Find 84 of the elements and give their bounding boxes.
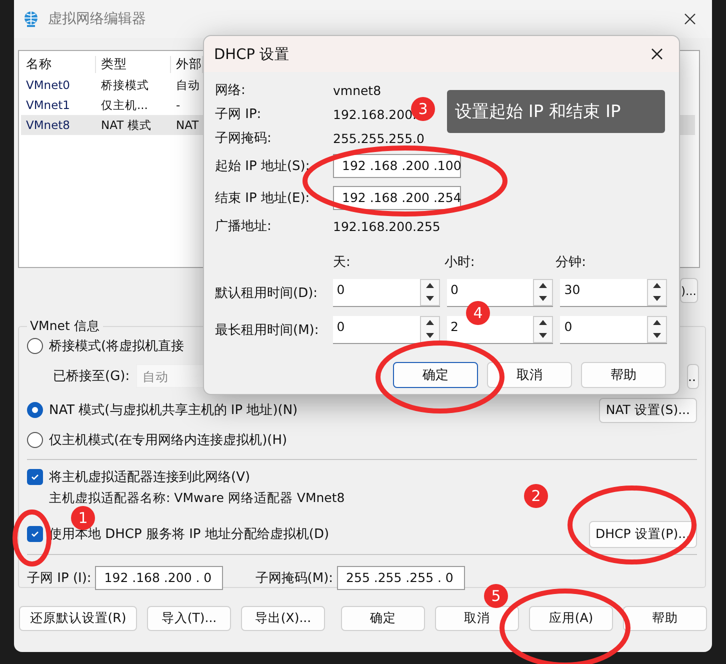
up-arrow-icon	[426, 283, 434, 288]
subnet-ip-field[interactable]: 192 .168 .200 . 0	[95, 566, 224, 590]
radio-button[interactable]	[27, 338, 43, 354]
radio-button[interactable]	[27, 402, 43, 418]
table-cell-text: 桥接模式	[100, 78, 150, 92]
down-arrow-icon	[653, 296, 661, 301]
dialog-button[interactable]: 帮助	[623, 606, 707, 631]
highlight-ring	[12, 510, 52, 566]
checkmark-icon	[30, 529, 40, 539]
end-ip-field[interactable]: 192 .168 .200 .254	[333, 186, 461, 210]
spin-field[interactable]: 2	[446, 316, 554, 344]
dialog-button[interactable]: 确定	[393, 362, 478, 388]
field-label: 最长租用时间(M):	[215, 322, 320, 338]
radio-label: 仅主机模式(在专用网络内连接虚拟机)(H)	[49, 432, 288, 449]
table-cell-text: 自动	[175, 78, 200, 92]
field-label: 默认租用时间(D):	[215, 284, 319, 302]
subnet-mask-label: 子网掩码(M):	[255, 570, 334, 587]
column-header[interactable]: 名称	[21, 56, 96, 72]
nat-settings-button[interactable]: NAT 设置(S)...	[598, 398, 697, 422]
table-cell-text: -	[175, 98, 180, 112]
column-label: 天:	[333, 254, 352, 271]
field-label: 子网掩码:	[215, 130, 272, 147]
field-value: 192.168.200.255	[333, 218, 440, 234]
dialog-title: DHCP 设置	[214, 46, 290, 64]
column-header[interactable]: 类型	[96, 56, 171, 72]
radio-button[interactable]	[27, 432, 43, 448]
spin-field[interactable]: 0	[560, 316, 667, 344]
window-title: 虚拟网络编辑器	[48, 10, 147, 28]
checkmark-icon	[30, 472, 40, 482]
bridged-to-label: 已桥接至(G):	[53, 368, 130, 385]
remove-network-button[interactable]: )...	[680, 278, 698, 303]
table-cell-text: VMnet1	[25, 98, 71, 112]
up-arrow-icon	[539, 320, 548, 326]
up-arrow-icon	[653, 320, 661, 326]
down-arrow-icon	[426, 332, 434, 338]
down-arrow-icon	[426, 296, 434, 301]
up-arrow-icon	[426, 320, 434, 326]
dialog-button[interactable]: 取消	[435, 606, 519, 631]
field-label: 网络:	[215, 82, 246, 99]
down-arrow-icon	[539, 332, 548, 338]
down-arrow-icon	[539, 296, 548, 301]
spin-field[interactable]: 0	[446, 278, 554, 306]
down-arrow-icon	[653, 332, 661, 338]
column-label: 分钟:	[556, 254, 588, 271]
close-icon	[684, 13, 696, 25]
start-ip-field[interactable]: 192 .168 .200 .100	[333, 154, 461, 178]
field-label: 结束 IP 地址(E):	[215, 190, 311, 207]
bridge-settings-button[interactable]: ..	[687, 364, 699, 388]
field-label: 广播地址:	[215, 218, 272, 235]
spin-field[interactable]: 30	[560, 278, 667, 306]
checkbox[interactable]	[27, 526, 43, 542]
dialog-button[interactable]: 导入(T)...	[147, 606, 231, 631]
tooltip: 设置起始 IP 和结束 IP	[447, 90, 665, 133]
checkbox-label: 将主机虚拟适配器连接到此网络(V)	[49, 469, 250, 486]
dhcp-settings-button[interactable]: DHCP 设置(P)...	[588, 520, 697, 548]
close-icon	[651, 48, 663, 60]
field-label: 起始 IP 地址(S):	[215, 158, 311, 175]
globe-icon	[22, 10, 40, 28]
field-value: 255.255.255.0	[333, 130, 424, 146]
adapter-name-text: 主机虚拟适配器名称: VMware 网络适配器 VMnet8	[49, 490, 345, 507]
table-cell-text: NAT	[175, 118, 199, 132]
subnet-ip-label: 子网 IP (I):	[27, 570, 92, 587]
field-label: 子网 IP:	[215, 106, 262, 123]
radio-label: 桥接模式(将虚拟机直接	[49, 338, 184, 355]
radio-label: NAT 模式(与虚拟机共享主机的 IP 地址)(N)	[49, 402, 298, 419]
table-cell-text: VMnet8	[25, 118, 71, 132]
spin-field[interactable]: 0	[332, 278, 440, 306]
dialog-button[interactable]: 取消	[487, 362, 572, 388]
checkbox[interactable]	[27, 469, 43, 485]
dialog-button[interactable]: 导出(X)...	[241, 606, 325, 631]
spin-field[interactable]: 0	[332, 316, 440, 344]
up-arrow-icon	[653, 283, 661, 288]
dialog-button[interactable]: 帮助	[581, 362, 666, 388]
table-cell-text: 仅主机...	[100, 98, 149, 112]
up-arrow-icon	[539, 283, 548, 288]
column-label: 小时:	[444, 254, 476, 271]
table-cell-text: NAT 模式	[100, 118, 152, 132]
subnet-mask-field[interactable]: 255 .255 .255 . 0	[337, 566, 466, 590]
group-title: VMnet 信息	[29, 318, 101, 335]
field-value: vmnet8	[333, 82, 382, 98]
dialog-button[interactable]: 还原默认设置(R)	[19, 606, 137, 631]
dialog-button[interactable]: 确定	[341, 606, 425, 631]
dialog-button[interactable]: 应用(A)	[529, 606, 613, 631]
table-cell-text: VMnet0	[25, 78, 71, 92]
